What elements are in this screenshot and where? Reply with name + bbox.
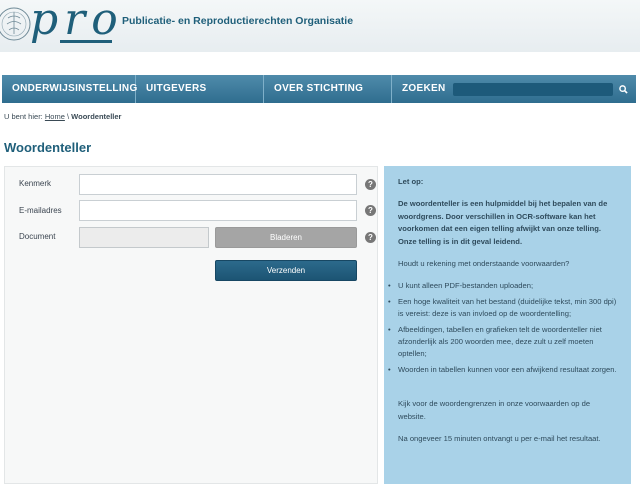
info-panel: Let op: De woordenteller is een hulpmidd… bbox=[384, 166, 631, 484]
breadcrumb-prefix: U bent hier: bbox=[4, 112, 43, 121]
logo-text[interactable]: pro bbox=[30, 0, 124, 45]
list-item: Een hoge kwaliteit van het bestand (duid… bbox=[386, 296, 619, 321]
page-title: Woordenteller bbox=[4, 140, 92, 155]
document-file-field[interactable] bbox=[79, 227, 209, 248]
info-result-note: Na ongeveer 15 minuten ontvangt u per e-… bbox=[398, 434, 601, 444]
nav-item-over-stichting-pro[interactable]: OVER STICHTING PRO bbox=[264, 75, 392, 122]
list-item: U kunt alleen PDF-bestanden uploaden; bbox=[386, 280, 619, 293]
site-header: pro Publicatie- en Reproductierechten Or… bbox=[0, 0, 640, 52]
site-tagline: Publicatie- en Reproductierechten Organi… bbox=[122, 15, 354, 27]
document-label: Document bbox=[19, 232, 56, 241]
info-conditions-lead: Houdt u rekening met onderstaande voorwa… bbox=[398, 259, 570, 269]
search-icon[interactable] bbox=[613, 75, 633, 103]
breadcrumb: U bent hier: Home \ Woordenteller bbox=[4, 112, 121, 121]
info-heading: Let op: bbox=[398, 177, 424, 186]
email-help-icon[interactable]: ? bbox=[365, 205, 376, 216]
document-help-icon[interactable]: ? bbox=[365, 232, 376, 243]
submit-button[interactable]: Verzenden bbox=[215, 260, 357, 281]
email-label: E-mailadres bbox=[19, 206, 62, 215]
nav-item-onderwijsinstelling[interactable]: ONDERWIJSINSTELLING bbox=[2, 75, 137, 103]
list-item: Afbeeldingen, tabellen en grafieken telt… bbox=[386, 324, 619, 361]
breadcrumb-current: Woordenteller bbox=[71, 112, 122, 121]
list-item: Woorden in tabellen kunnen voor een afwi… bbox=[386, 364, 619, 377]
logo-underline bbox=[60, 40, 112, 43]
nav-item-uitgevers[interactable]: UITGEVERS bbox=[136, 75, 264, 103]
browse-button[interactable]: Bladeren bbox=[215, 227, 357, 248]
email-input[interactable] bbox=[79, 200, 357, 221]
nav-item-zoeken[interactable]: ZOEKEN bbox=[392, 75, 453, 103]
kenmerk-help-icon[interactable]: ? bbox=[365, 179, 376, 190]
conditions-list: U kunt alleen PDF-bestanden uploaden; Ee… bbox=[386, 280, 619, 376]
breadcrumb-home-link[interactable]: Home bbox=[45, 112, 65, 121]
info-limits-note: Kijk voor de woordengrenzen in onze voor… bbox=[398, 399, 591, 421]
upload-form: Kenmerk ? E-mailadres ? Document Bladere… bbox=[4, 166, 378, 484]
kenmerk-input[interactable] bbox=[79, 174, 357, 195]
search-icon-glyph bbox=[619, 84, 628, 94]
breadcrumb-separator: \ bbox=[66, 112, 70, 121]
kenmerk-label: Kenmerk bbox=[19, 179, 52, 188]
main-navigation: ONDERWIJSINSTELLING UITGEVERS OVER STICH… bbox=[2, 75, 636, 122]
search-input[interactable] bbox=[453, 82, 614, 96]
info-intro: De woordenteller is een hulpmiddel bij h… bbox=[398, 199, 608, 246]
